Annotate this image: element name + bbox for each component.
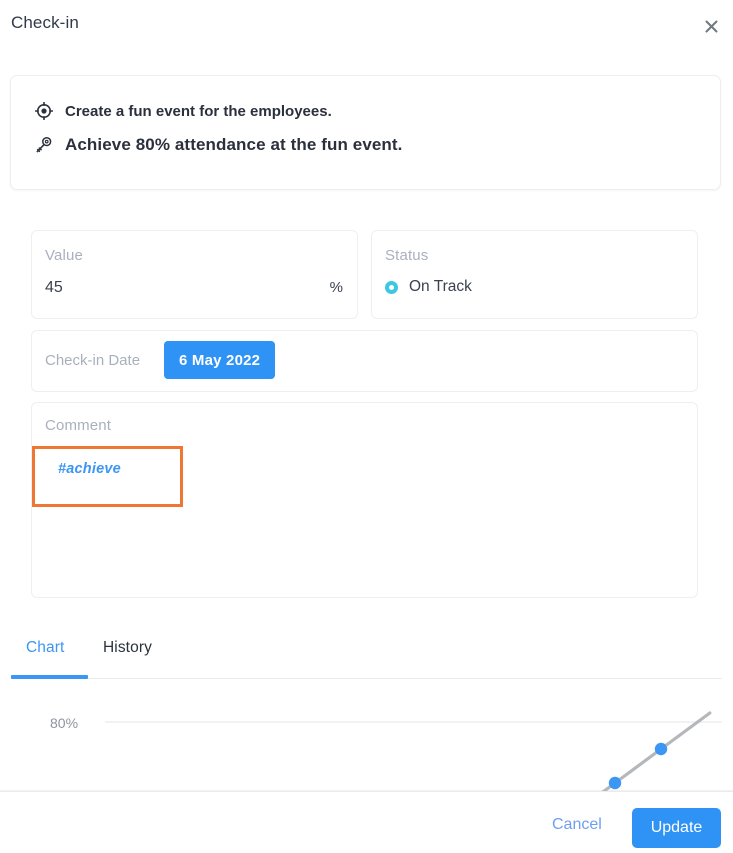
value-unit: %: [329, 279, 343, 296]
objective-keyresult-text: Achieve 80% attendance at the fun event.: [65, 135, 403, 154]
value-input[interactable]: 45: [45, 279, 63, 297]
progress-chart: 80%: [0, 686, 733, 791]
comment-label: Comment: [45, 417, 112, 434]
objective-keyresult-row: Achieve 80% attendance at the fun event.: [33, 134, 403, 156]
status-field-card[interactable]: Status On Track: [371, 230, 698, 319]
objective-goal-text: Create a fun event for the employees.: [65, 102, 332, 120]
value-field-card[interactable]: Value 45 %: [31, 230, 358, 319]
target-icon: [33, 100, 55, 122]
close-icon[interactable]: [697, 12, 725, 40]
checkin-date-label: Check-in Date: [45, 352, 141, 369]
checkin-date-button[interactable]: 6 May 2022: [164, 341, 276, 379]
chart-data-point[interactable]: [654, 742, 668, 756]
tab-history[interactable]: History: [103, 639, 152, 657]
modal-header: Check-in: [0, 0, 733, 52]
tab-chart[interactable]: Chart: [26, 639, 64, 657]
close-glyph: [705, 20, 717, 32]
chart-y-axis-tick: 80%: [50, 715, 79, 731]
comment-text[interactable]: #achieve: [58, 461, 121, 477]
update-button[interactable]: Update: [632, 808, 721, 848]
objective-goal-row: Create a fun event for the employees.: [33, 100, 332, 122]
target-glyph: [35, 102, 53, 120]
page-title: Check-in: [11, 13, 79, 32]
radio-selected-icon: [385, 280, 398, 294]
chart-data-point[interactable]: [608, 776, 622, 790]
status-label: Status: [385, 247, 429, 264]
tab-bar: Chart History: [0, 632, 733, 680]
value-label: Value: [45, 247, 84, 264]
cancel-button[interactable]: Cancel: [552, 816, 602, 834]
chart-canvas: [0, 711, 733, 791]
tab-active-indicator: [11, 675, 88, 679]
objective-card: Create a fun event for the employees. Ac…: [10, 75, 721, 190]
tab-bar-divider: [11, 678, 722, 679]
checkin-date-field-card: Check-in Date: [31, 330, 698, 392]
status-selected-option[interactable]: On Track: [385, 278, 472, 296]
key-icon: [33, 134, 55, 156]
footer-divider: [0, 791, 733, 792]
key-glyph: [36, 136, 52, 153]
status-value: On Track: [409, 278, 472, 295]
